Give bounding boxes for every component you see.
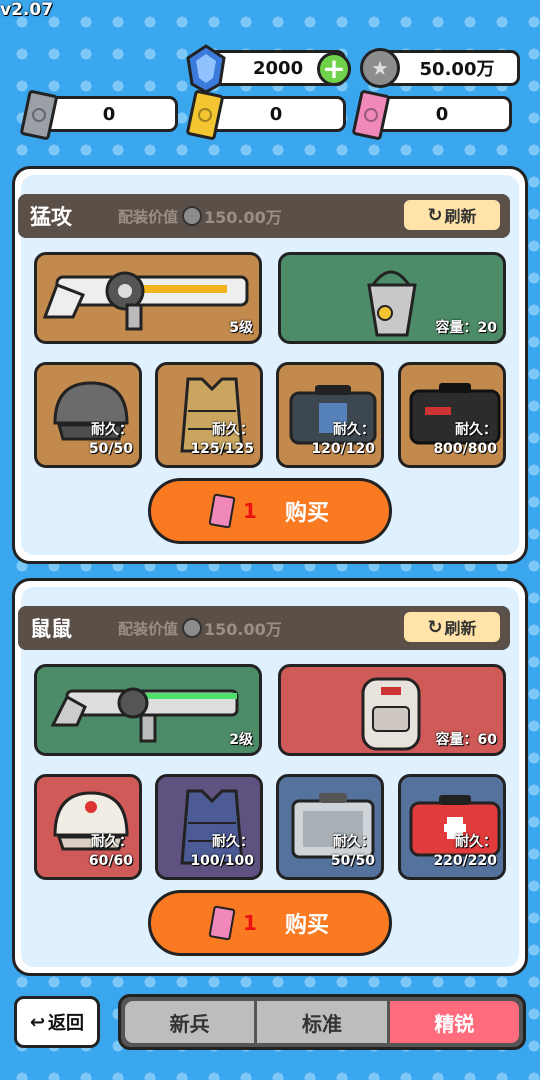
durability-value: 800/800	[433, 441, 497, 457]
weapon-level: 2级	[229, 732, 253, 748]
buy-cost: 1	[243, 499, 257, 523]
bag-slot[interactable]: 容量：60	[278, 664, 506, 756]
case-slot[interactable]: 耐久： 120/120	[276, 362, 384, 468]
tab-recruit[interactable]: 新兵	[125, 1001, 258, 1043]
vest-slot[interactable]: 耐久： 125/125	[155, 362, 263, 468]
weapon-slot[interactable]: 2级	[34, 664, 262, 756]
coin-icon	[182, 618, 203, 638]
coin-icon: ★	[360, 48, 400, 88]
back-button[interactable]: ↩ 返回	[14, 996, 100, 1048]
weapon-slot[interactable]: 5级	[34, 252, 262, 344]
helmet-slot[interactable]: 耐久： 60/60	[34, 774, 142, 880]
durability-value: 125/125	[190, 441, 254, 457]
case-slot[interactable]: 耐久： 800/800	[398, 362, 506, 468]
tab-standard[interactable]: 标准	[257, 1001, 390, 1043]
bag-slot[interactable]: 容量：20	[278, 252, 506, 344]
durability-value: 50/50	[88, 441, 133, 457]
helmet-slot[interactable]: 耐久： 50/50	[34, 362, 142, 468]
refresh-icon: ↻	[427, 204, 443, 226]
gold-ticket-balance: 0	[206, 96, 346, 132]
bag-capacity: 容量：20	[435, 320, 497, 336]
diamond-icon	[186, 44, 226, 94]
durability-value: 60/60	[88, 853, 133, 869]
durability-value: 220/220	[433, 853, 497, 869]
back-arrow-icon: ↩	[29, 1011, 46, 1033]
gray-ticket-icon	[19, 89, 59, 141]
buy-button[interactable]: 1 购买	[148, 478, 392, 544]
pink-ticket-icon	[208, 493, 236, 529]
loadout-value: 150.00万	[204, 620, 282, 639]
add-gems-button[interactable]: +	[317, 52, 351, 86]
case-slot[interactable]: 耐久： 220/220	[398, 774, 506, 880]
gray-ticket-balance: 0	[40, 96, 178, 132]
pink-ticket-balance: 0	[372, 96, 512, 132]
durability-value: 50/50	[330, 853, 375, 869]
durability-value: 120/120	[311, 441, 375, 457]
loadout-header: 鼠鼠 配装价值 150.00万 ↻ 刷新	[18, 606, 510, 650]
loadout-name: 鼠鼠	[30, 617, 72, 641]
tab-elite[interactable]: 精锐	[389, 1001, 519, 1043]
buy-cost: 1	[243, 911, 257, 935]
refresh-button[interactable]: ↻ 刷新	[404, 200, 500, 230]
vest-slot[interactable]: 耐久： 100/100	[155, 774, 263, 880]
coin-icon	[182, 206, 203, 226]
version-label: v2.07	[0, 0, 54, 20]
loadout-name: 猛攻	[30, 205, 72, 229]
pink-ticket-icon	[351, 89, 391, 141]
tier-tabs: 新兵 标准 精锐	[118, 994, 526, 1050]
pink-ticket-icon	[208, 905, 236, 941]
refresh-button[interactable]: ↻ 刷新	[404, 612, 500, 642]
refresh-icon: ↻	[427, 616, 443, 638]
durability-value: 100/100	[190, 853, 254, 869]
gold-ticket-icon	[185, 89, 225, 141]
buy-button[interactable]: 1 购买	[148, 890, 392, 956]
case-slot[interactable]: 耐久： 50/50	[276, 774, 384, 880]
weapon-level: 5级	[229, 320, 253, 336]
loadout-header: 猛攻 配装价值 150.00万 ↻ 刷新	[18, 194, 510, 238]
loadout-value: 150.00万	[204, 208, 282, 227]
bag-capacity: 容量：60	[435, 732, 497, 748]
